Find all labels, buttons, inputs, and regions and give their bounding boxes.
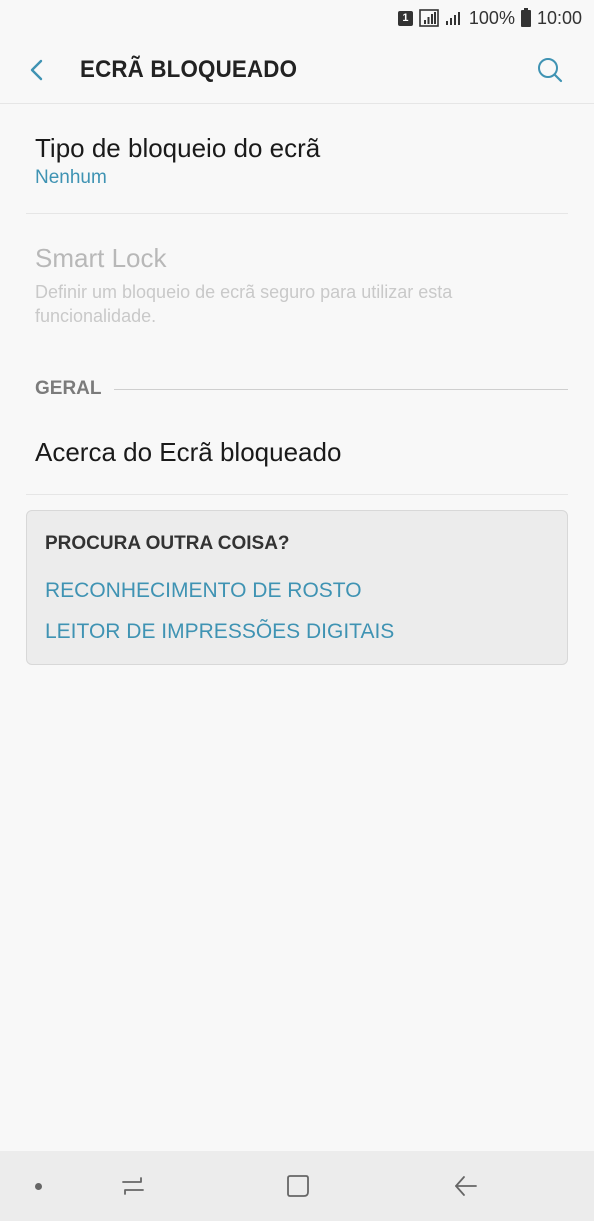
about-lock-screen-setting[interactable]: Acerca do Ecrã bloqueado (26, 400, 568, 495)
search-button[interactable] (530, 50, 570, 90)
smart-lock-setting: Smart Lock Definir um bloqueio de ecrã s… (26, 214, 568, 342)
lock-type-value: Nenhum (35, 167, 107, 188)
smart-lock-description: Definir um bloqueio de ecrã seguro para … (35, 282, 453, 326)
back-button[interactable] (28, 50, 58, 90)
home-icon (287, 1175, 309, 1197)
lock-type-title: Tipo de bloqueio do ecrã (35, 133, 321, 163)
suggestions-card: PROCURA OUTRA COISA? RECONHECIMENTO DE R… (26, 510, 568, 665)
recents-button[interactable] (116, 1171, 150, 1201)
battery-percent: 100% (468, 7, 515, 28)
section-divider (113, 388, 568, 390)
lock-type-setting[interactable]: Tipo de bloqueio do ecrã Nenhum (26, 104, 568, 214)
clock: 10:00 (536, 7, 582, 28)
search-icon (538, 57, 563, 82)
nav-dot-icon[interactable] (35, 1183, 42, 1190)
smart-lock-title: Smart Lock (35, 243, 167, 273)
section-label: GERAL (35, 378, 102, 399)
sim-badge: 1 (397, 10, 413, 26)
suggestions-title: PROCURA OUTRA COISA? (45, 533, 290, 554)
back-nav-button[interactable] (449, 1171, 483, 1201)
home-button[interactable] (281, 1171, 315, 1201)
about-title: Acerca do Ecrã bloqueado (35, 437, 342, 467)
back-arrow-icon (455, 1176, 477, 1196)
face-recognition-link[interactable]: RECONHECIMENTO DE ROSTO (45, 579, 549, 603)
fingerprint-reader-link[interactable]: LEITOR DE IMPRESSÕES DIGITAIS (45, 620, 549, 644)
navigation-bar (0, 1151, 594, 1221)
page-title: ECRÃ BLOQUEADO (80, 55, 298, 83)
app-bar: ECRÃ BLOQUEADO (0, 36, 594, 104)
signal-strength-icon (445, 10, 463, 26)
recent-apps-icon (122, 1177, 144, 1195)
battery-icon (520, 7, 531, 27)
status-bar: 1 100% 10:00 (0, 0, 594, 36)
chevron-left-icon (30, 59, 43, 80)
signal-box-icon (419, 9, 439, 27)
section-header-general: GERAL (35, 378, 568, 400)
